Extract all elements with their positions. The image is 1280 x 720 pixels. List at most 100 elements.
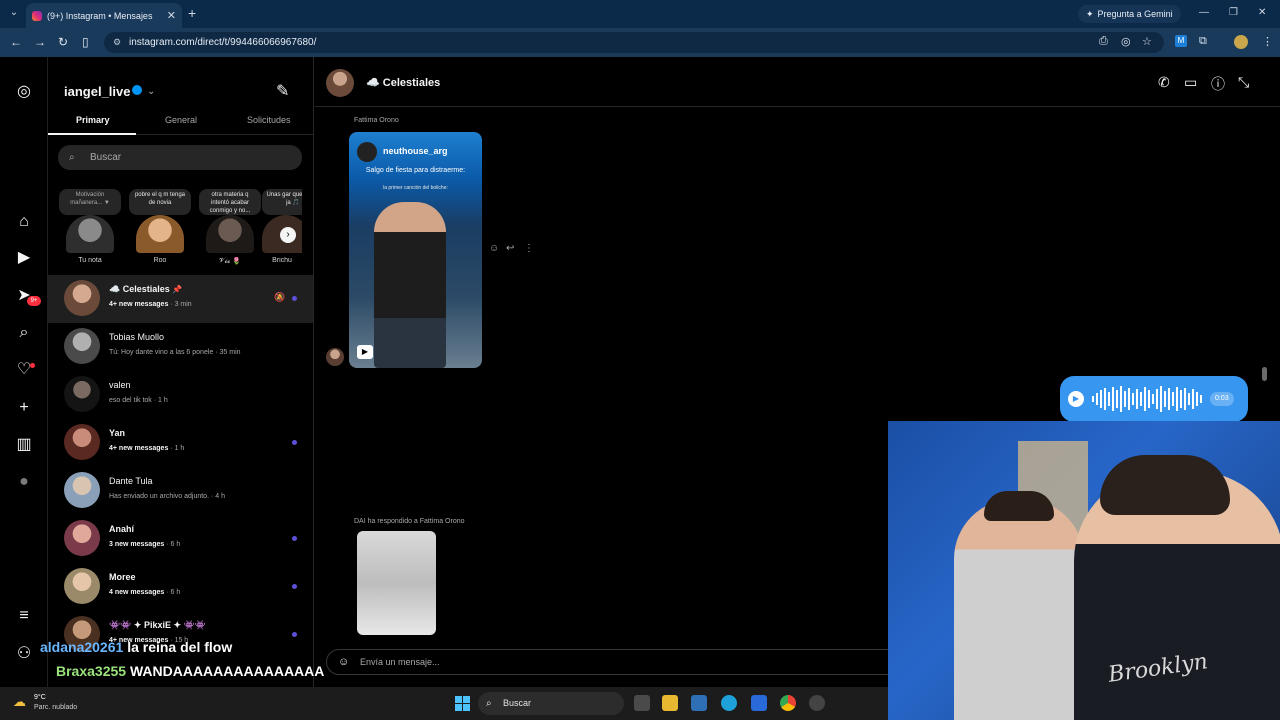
tab-primary[interactable]: Primary (76, 115, 110, 125)
replied-story-thumbnail[interactable] (357, 531, 436, 635)
note-name: Roo (153, 257, 167, 264)
weather-description: Parc. nublado (34, 704, 78, 711)
verified-icon (132, 85, 143, 95)
back-icon[interactable]: ← (10, 35, 22, 49)
note-name: Brichu (272, 257, 292, 264)
search-input[interactable]: ⌕ Buscar (58, 145, 302, 170)
conversation-item[interactable]: ☁️ Celestiales 📌 4+ new messages · 3 min… (48, 275, 313, 323)
unread-dot (292, 536, 297, 541)
wave-bar (1172, 392, 1174, 406)
wave-bar (1112, 387, 1114, 411)
scrollbar[interactable] (1262, 367, 1267, 381)
note-item[interactable]: otra materia q intentó acabar conmigo y … (199, 189, 261, 266)
reply-label: DAI ha respondido a Fattima Orono (354, 518, 465, 525)
info-icon[interactable]: ⓘ (1211, 74, 1225, 94)
emoji-react-icon[interactable]: ☺ (489, 243, 499, 254)
tab-general[interactable]: General (165, 115, 197, 125)
streamer-guest (954, 499, 1084, 720)
compose-icon[interactable]: ✎ (276, 81, 289, 101)
close-window-icon[interactable]: ✕ (1258, 7, 1266, 18)
profile-icon[interactable]: ● (14, 472, 34, 492)
microsoft-store-icon[interactable] (751, 695, 767, 711)
restore-icon[interactable]: ❐ (1229, 7, 1238, 18)
avatar[interactable] (326, 69, 354, 97)
taskbar-search[interactable]: ⌕ Buscar (478, 692, 624, 715)
shared-reel[interactable]: neuthouse_arg Salgo de fiesta para distr… (349, 132, 482, 368)
browser-menu-icon[interactable]: ⋮ (1262, 35, 1273, 48)
voice-message[interactable]: ▶ 0:03 (1060, 376, 1248, 422)
dashboard-icon[interactable]: ▥ (14, 435, 34, 455)
create-icon[interactable]: + (14, 398, 34, 418)
conversation-name-text: ☁️ Celestiales (109, 284, 170, 294)
reply-icon[interactable]: ↩ (506, 243, 514, 254)
chat-title[interactable]: ☁️ Celestiales (366, 76, 440, 89)
more-options-icon[interactable]: ⋮ (524, 243, 534, 254)
browser-toolbar: ← → ↻ ▯ ⚙ instagram.com/direct/t/9944660… (0, 28, 1280, 57)
note-item[interactable]: pobre el q m tenga de novia Roo (129, 189, 191, 264)
weather-icon[interactable]: ☁ (13, 694, 26, 710)
browser-profile-avatar[interactable] (1234, 35, 1248, 49)
install-app-icon[interactable]: ⎙ (1099, 35, 1108, 48)
threads-icon[interactable]: ⚇ (14, 644, 34, 664)
forward-icon[interactable]: → (34, 35, 46, 49)
conversation-item[interactable]: Yan 4+ new messages · 1 h (48, 419, 313, 467)
note-item[interactable]: Motivación mañanera... ▼ Tu nota (59, 189, 121, 264)
wave-bar (1144, 387, 1146, 411)
file-explorer-icon[interactable] (662, 695, 678, 711)
menu-icon[interactable]: ≡ (14, 606, 34, 626)
tab-search-icon[interactable]: ⌄ (6, 5, 22, 21)
conversation-item[interactable]: Moree 4 new messages · 6 h (48, 563, 313, 611)
extension-m-icon[interactable]: M (1175, 35, 1187, 47)
wave-bar (1092, 396, 1094, 402)
reel-subcaption: la primer canción del boliche: (383, 185, 448, 191)
active-tab-indicator (48, 133, 136, 135)
split-view-icon[interactable]: ▯ (82, 35, 89, 49)
chevron-right-icon[interactable]: › (280, 227, 296, 243)
preview-text: Tú: Hoy dante vino a las 6 ponele (109, 349, 214, 356)
conversation-item[interactable]: valen eso del tik tok · 1 h (48, 371, 313, 419)
eye-off-icon[interactable]: ◎ (1121, 35, 1131, 48)
start-icon[interactable] (455, 696, 470, 711)
conversation-item[interactable]: Tobias Muollo Tú: Hoy dante vino a las 6… (48, 323, 313, 371)
bell-off-icon: 🔕 (274, 292, 286, 302)
edge-icon[interactable] (721, 695, 737, 711)
home-icon[interactable]: ⌂ (14, 212, 34, 232)
emoji-icon[interactable]: ☺ (338, 650, 349, 674)
note-bubble: Unas gar que ¿e qu ja 🎵 (262, 189, 302, 215)
bookmark-star-icon[interactable]: ☆ (1142, 35, 1152, 48)
avatar (64, 280, 100, 316)
app-icon[interactable] (809, 695, 825, 711)
instagram-icon[interactable]: ◎ (14, 82, 34, 102)
site-info-icon[interactable]: ⚙ (113, 32, 121, 53)
account-username[interactable]: iangel_live (64, 84, 143, 99)
search-icon[interactable]: ⌕ (14, 323, 34, 343)
conversation-preview: Tú: Hoy dante vino a las 6 ponele · 35 m… (109, 349, 241, 356)
extensions-icon[interactable]: ⧉ (1199, 35, 1207, 48)
note-item[interactable]: Unas gar que ¿e qu ja 🎵 Brichu (262, 189, 302, 264)
chat-username: aldana20261 (40, 639, 124, 655)
conversation-item[interactable]: Anahí 3 new messages · 6 h (48, 515, 313, 563)
notification-dot (30, 363, 35, 368)
conversation-item[interactable]: Dante Tula Has enviado un archivo adjunt… (48, 467, 313, 515)
tab-requests[interactable]: Solicitudes (247, 115, 291, 125)
chevron-down-icon[interactable]: ⌄ (147, 86, 155, 97)
phone-icon[interactable]: ✆ (1158, 74, 1170, 91)
wave-bar (1164, 391, 1166, 407)
reels-icon[interactable]: ▶ (14, 248, 34, 268)
close-tab-icon[interactable]: ✕ (167, 9, 176, 22)
video-icon[interactable]: ▭ (1184, 74, 1197, 91)
address-bar[interactable]: ⚙ instagram.com/direct/t/994466066967680… (104, 32, 1164, 53)
play-icon[interactable]: ▶ (1068, 391, 1084, 407)
new-tab-icon[interactable]: + (188, 5, 196, 21)
wave-bar (1136, 389, 1138, 409)
reload-icon[interactable]: ↻ (58, 35, 68, 49)
task-view-icon[interactable] (634, 695, 650, 711)
collapse-icon[interactable]: ⤡ (1238, 74, 1249, 91)
browser-tab[interactable]: (9+) Instagram • Mensajes ✕ (26, 3, 182, 28)
minimize-icon[interactable]: — (1199, 7, 1209, 18)
avatar (326, 348, 344, 366)
inbox-tabs: Primary General Solicitudes (48, 113, 313, 135)
gemini-button[interactable]: ✦ Pregunta a Gemini (1078, 5, 1181, 23)
store-icon[interactable] (691, 695, 707, 711)
chrome-icon[interactable] (780, 695, 796, 711)
